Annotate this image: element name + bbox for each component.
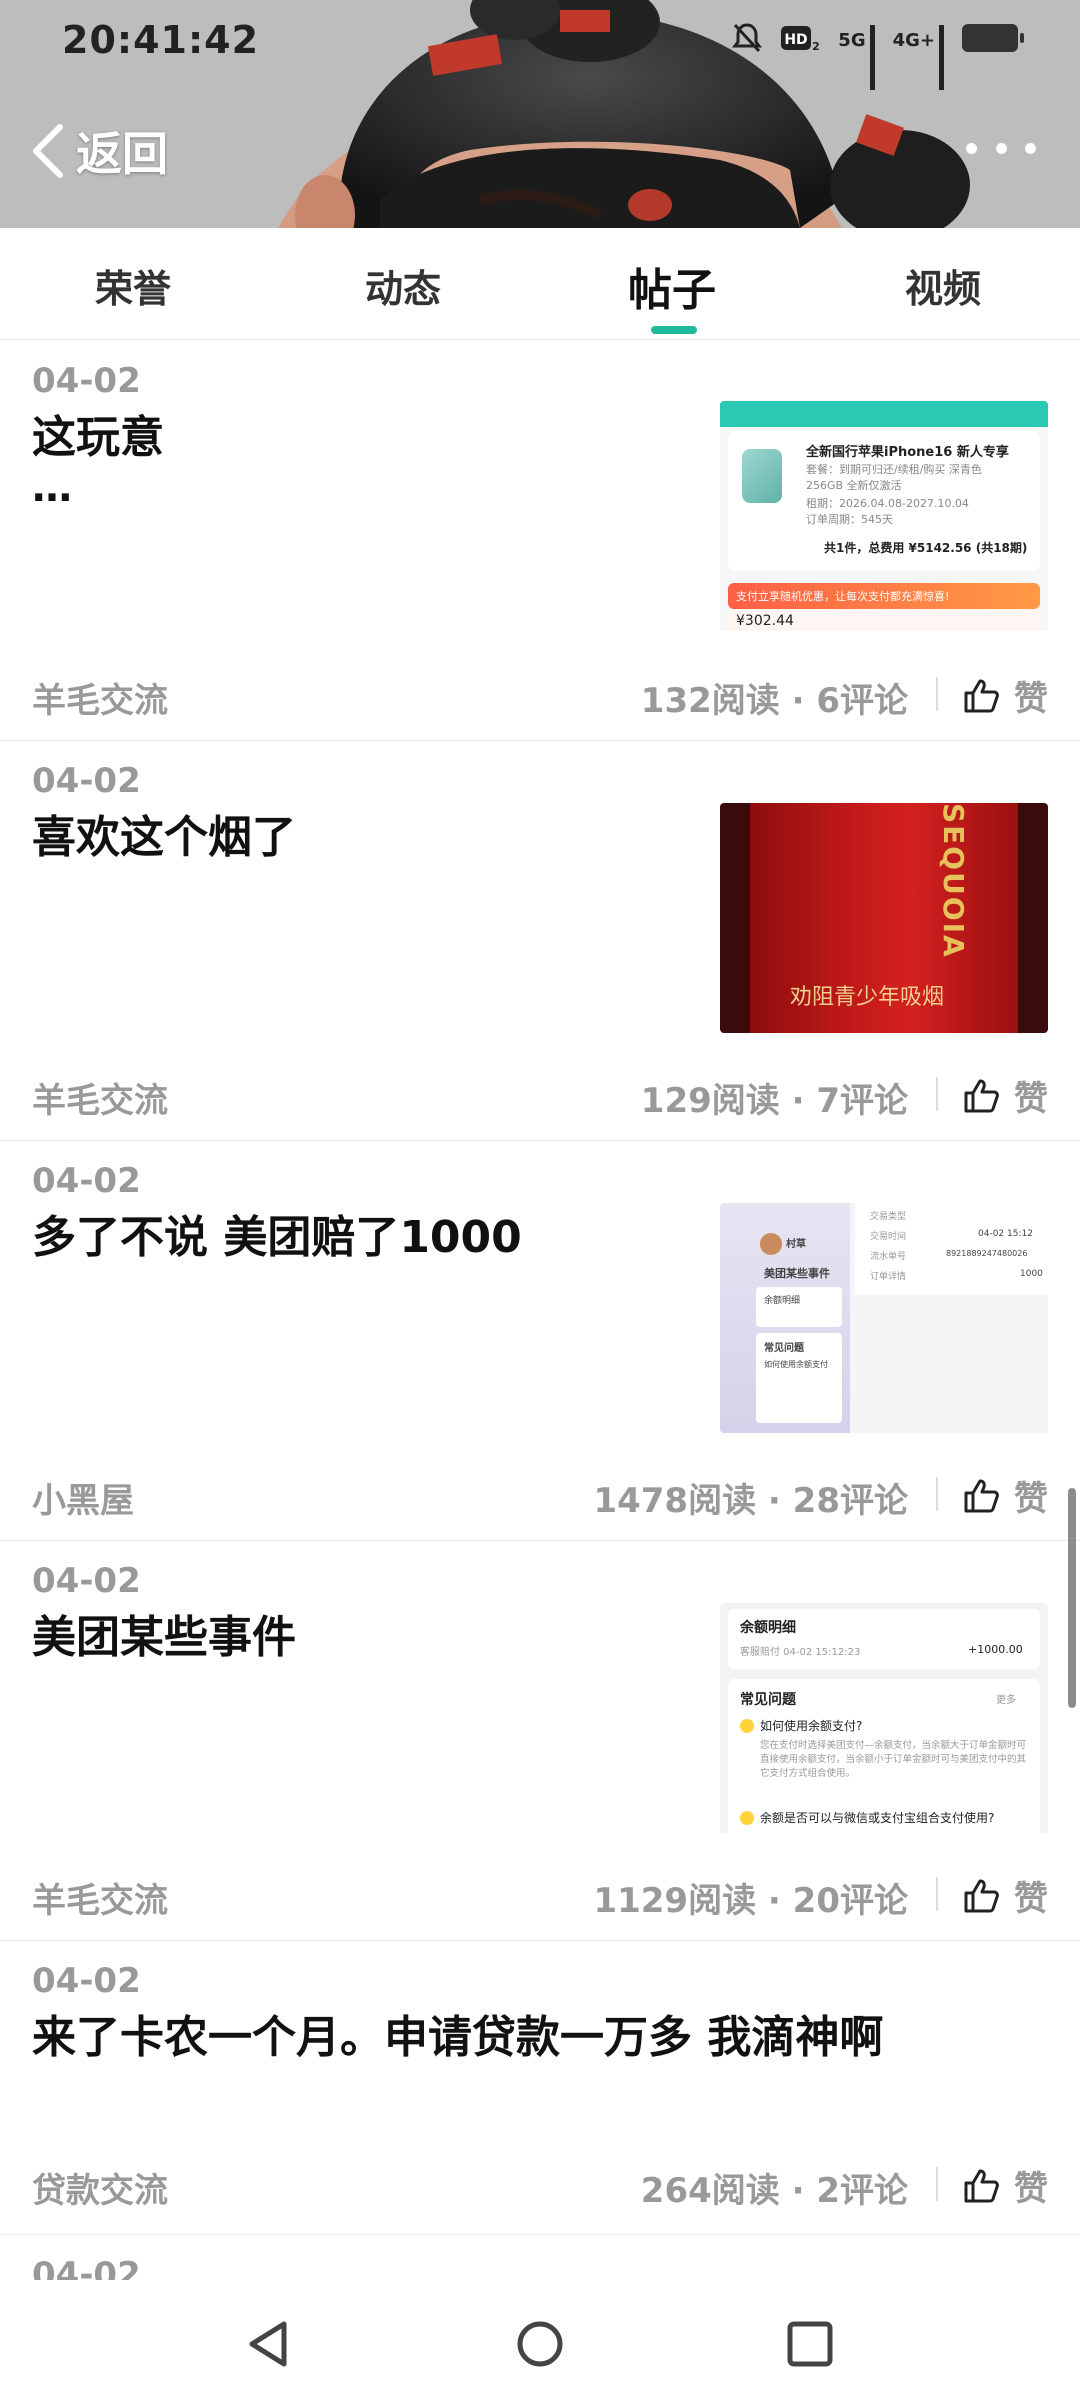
like-button[interactable]: 赞 — [962, 1071, 1048, 1120]
post-thumbnail[interactable]: 余额明细 客服赔付 04-02 15:12:23 +1000.00 常见问题 更… — [720, 1603, 1048, 1833]
post-item[interactable]: 04-02 这玩意 … 全新国行苹果iPhone16 新人专享 套餐：到期可归还… — [0, 341, 1080, 741]
divider — [936, 1077, 938, 1111]
like-label: 赞 — [1014, 679, 1048, 719]
phone-image — [742, 449, 782, 503]
divider — [936, 677, 938, 711]
signal-4g: 4G+ — [893, 25, 944, 90]
divider — [936, 1477, 938, 1511]
like-label: 赞 — [1014, 2169, 1048, 2209]
like-button[interactable]: 赞 — [962, 671, 1048, 720]
post-thumbnail[interactable]: 村草 美团某些事件 余额明细 常见问题 如何使用余额支付 交易类型 交易时间 0… — [720, 1203, 1048, 1433]
like-label: 赞 — [1014, 1879, 1048, 1919]
post-excerpt: … — [32, 465, 74, 511]
post-date: 04-02 — [32, 761, 141, 801]
thumbs-up-icon — [964, 1079, 999, 1112]
signal-bars-icon — [939, 25, 944, 90]
nav-home-icon[interactable] — [508, 2312, 572, 2376]
post-stats: 129阅读 · 7评论 — [640, 1081, 908, 1121]
post-group[interactable]: 羊毛交流 — [32, 673, 168, 722]
question-badge-icon — [740, 1811, 754, 1825]
like-button[interactable]: 赞 — [962, 2161, 1048, 2210]
nav-back-icon[interactable] — [238, 2312, 302, 2376]
back-button[interactable]: 返回 — [26, 118, 168, 184]
battery-icon — [962, 24, 1024, 52]
status-icons: HD 2 5G 4G+ — [732, 22, 1024, 90]
thumbs-up-icon — [964, 679, 999, 712]
tab-honor[interactable]: 荣誉 — [95, 258, 171, 313]
mute-icon — [732, 23, 763, 53]
thumb-header-bar — [720, 401, 1048, 427]
chevron-left-icon — [33, 124, 63, 178]
thumbs-up-icon — [964, 1879, 999, 1912]
post-stats: 1478阅读 · 28评论 — [593, 1481, 908, 1521]
hd-icon: HD 2 — [781, 26, 820, 53]
nav-recents-icon[interactable] — [778, 2312, 842, 2376]
tab-activity[interactable]: 动态 — [365, 258, 441, 313]
post-item[interactable]: 04-02 来了卡农一个月。申请贷款一万多 我滴神啊 贷款交流 264阅读 · … — [0, 1941, 1080, 2235]
signal-bars-icon — [869, 25, 875, 90]
like-button[interactable]: 赞 — [962, 1871, 1048, 1920]
like-label: 赞 — [1014, 1079, 1048, 1119]
post-thumbnail[interactable]: SEQUOIA 劝阻青少年吸烟 — [720, 803, 1048, 1033]
tab-posts[interactable]: 帖子 — [628, 254, 716, 318]
post-title: 来了卡农一个月。申请贷款一万多 我滴神啊 — [32, 2012, 884, 2063]
scrollbar[interactable] — [1068, 1488, 1076, 1708]
post-stats: 132阅读 · 6评论 — [640, 681, 908, 721]
thumbs-up-icon — [964, 1479, 999, 1512]
back-label: 返回 — [76, 127, 168, 181]
post-title: 美团某些事件 — [32, 1612, 296, 1663]
like-label: 赞 — [1014, 1479, 1048, 1519]
more-dot-icon — [1025, 142, 1036, 154]
post-footer: 羊毛交流 129阅读 · 7评论 赞 — [0, 1063, 1080, 1123]
more-options-button[interactable] — [966, 128, 1036, 168]
post-footer: 羊毛交流 132阅读 · 6评论 赞 — [0, 663, 1080, 723]
question-badge-icon — [740, 1719, 754, 1733]
profile-banner: 20:41:42 HD 2 5G 4G+ 返回 — [0, 0, 1080, 228]
post-group[interactable]: 小黑屋 — [32, 1473, 134, 1522]
tab-videos[interactable]: 视频 — [905, 258, 981, 313]
post-title: 多了不说 美团赔了1000 — [32, 1212, 522, 1263]
post-group[interactable]: 贷款交流 — [32, 2163, 168, 2212]
svg-text:2: 2 — [812, 40, 820, 53]
status-clock: 20:41:42 — [62, 18, 260, 62]
post-thumbnail[interactable]: 全新国行苹果iPhone16 新人专享 套餐：到期可归还/续租/购买 深青色 2… — [720, 401, 1048, 631]
post-item[interactable]: 04-02 美团某些事件 余额明细 客服赔付 04-02 15:12:23 +1… — [0, 1541, 1080, 1941]
tab-active-indicator — [651, 326, 697, 334]
post-item[interactable]: 04-02 喜欢这个烟了 SEQUOIA 劝阻青少年吸烟 羊毛交流 129阅读 … — [0, 741, 1080, 1141]
svg-text:HD: HD — [785, 32, 808, 48]
post-date: 04-02 — [32, 1561, 141, 1601]
post-footer: 贷款交流 264阅读 · 2评论 赞 — [0, 2153, 1080, 2213]
post-title: 喜欢这个烟了 — [32, 812, 296, 863]
like-button[interactable]: 赞 — [962, 1471, 1048, 1520]
post-list: 04-02 这玩意 … 全新国行苹果iPhone16 新人专享 套餐：到期可归还… — [0, 341, 1080, 2335]
post-date: 04-02 — [32, 1961, 141, 2001]
more-dot-icon — [995, 142, 1007, 154]
divider — [936, 1877, 938, 1911]
post-stats: 264阅读 · 2评论 — [640, 2171, 908, 2211]
post-group[interactable]: 羊毛交流 — [32, 1873, 168, 1922]
avatar — [760, 1233, 782, 1255]
system-navigation-bar — [0, 2280, 1080, 2408]
post-date: 04-02 — [32, 361, 141, 401]
post-footer: 羊毛交流 1129阅读 · 20评论 赞 — [0, 1863, 1080, 1923]
post-footer: 小黑屋 1478阅读 · 28评论 赞 — [0, 1463, 1080, 1523]
thumbs-up-icon — [964, 2169, 999, 2202]
post-date: 04-02 — [32, 1161, 141, 1201]
profile-tabs: 荣誉 动态 帖子 视频 — [0, 228, 1080, 340]
status-bar: 20:41:42 HD 2 5G 4G+ — [0, 0, 1080, 90]
divider — [936, 2167, 938, 2201]
post-title: 这玩意 — [32, 412, 164, 463]
post-item[interactable]: 04-02 多了不说 美团赔了1000 村草 美团某些事件 余额明细 常见问题 … — [0, 1141, 1080, 1541]
post-group[interactable]: 羊毛交流 — [32, 1073, 168, 1122]
more-dot-icon — [966, 142, 977, 154]
post-stats: 1129阅读 · 20评论 — [593, 1881, 908, 1921]
signal-5g: 5G — [838, 25, 875, 90]
